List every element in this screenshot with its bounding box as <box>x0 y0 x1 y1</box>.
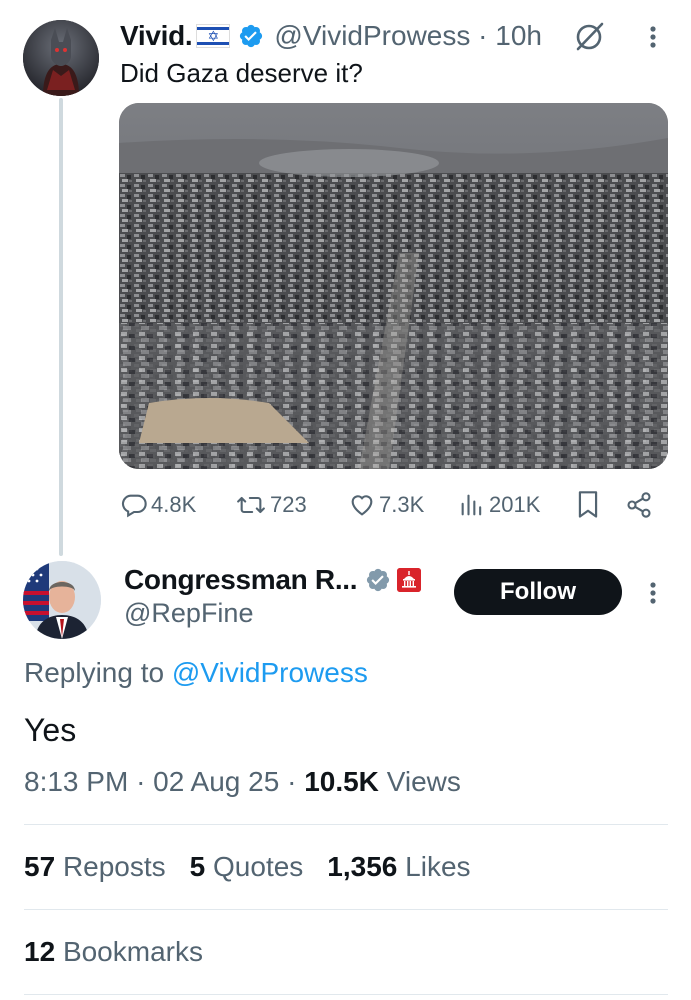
grok-icon[interactable] <box>572 20 606 54</box>
views-total: 10.5K <box>304 766 379 797</box>
parent-author-name[interactable]: Vivid. <box>120 20 193 52</box>
divider <box>24 824 668 825</box>
reply-button[interactable]: 4.8K <box>120 486 196 524</box>
parent-tweet-image[interactable] <box>119 103 668 469</box>
reply-icon <box>121 494 147 518</box>
bookmarks-stat[interactable]: 12 Bookmarks <box>24 936 203 968</box>
divider <box>24 909 668 910</box>
repost-icon <box>237 496 265 514</box>
like-count: 7.3K <box>379 492 425 517</box>
share-button[interactable] <box>625 486 653 524</box>
views-button[interactable]: 201K <box>458 486 540 524</box>
reposts-label: Reposts <box>62 851 166 882</box>
more-vertical-icon[interactable] <box>638 576 668 610</box>
reply-author-handle[interactable]: @RepFine <box>124 598 253 629</box>
parent-timestamp[interactable]: 10h <box>495 20 542 52</box>
bookmark-icon <box>578 491 598 518</box>
parent-tweet-text: Did Gaza deserve it? <box>120 58 363 88</box>
tweet-date[interactable]: 02 Aug 25 <box>153 766 279 797</box>
heart-icon <box>351 495 373 516</box>
parent-tweet-header: Vivid. ✡ @VividProwess · 10h <box>120 18 542 54</box>
bookmarks-count: 12 <box>24 936 56 967</box>
bookmark-button[interactable] <box>575 486 601 524</box>
reply-tweet-text: Yes <box>24 712 77 748</box>
parent-author-avatar[interactable] <box>23 20 99 96</box>
israel-flag-icon: ✡ <box>196 24 231 48</box>
views-chart-icon <box>461 494 482 516</box>
views-label: Views <box>386 766 461 797</box>
thread-connector-line <box>59 98 63 556</box>
government-verified-badge-icon <box>365 567 391 593</box>
likes-label: Likes <box>405 851 471 882</box>
more-vertical-icon[interactable] <box>638 20 668 54</box>
share-icon <box>627 492 651 518</box>
follow-button[interactable]: Follow <box>454 569 622 615</box>
parent-author-handle[interactable]: @VividProwess <box>274 20 470 52</box>
replying-to-mention[interactable]: @VividProwess <box>172 657 368 688</box>
reply-author-avatar[interactable] <box>23 561 101 639</box>
views-count: 201K <box>489 492 541 517</box>
quotes-label: Quotes <box>213 851 304 882</box>
bookmarks-label: Bookmarks <box>62 936 203 967</box>
quotes-count: 5 <box>189 851 206 882</box>
like-button[interactable]: 7.3K <box>348 486 424 524</box>
repost-button[interactable]: 723 <box>235 486 307 524</box>
reply-author-name[interactable]: Congressman R... <box>124 564 358 596</box>
engagement-stats: 57 Reposts 5 Quotes 1,356 Likes <box>24 851 495 883</box>
replying-to-prefix: Replying to <box>24 657 172 688</box>
replying-to-line: Replying to @VividProwess <box>24 657 368 689</box>
repost-count: 723 <box>270 492 307 517</box>
likes-stat[interactable]: 1,356 Likes <box>327 851 470 883</box>
divider <box>24 994 668 995</box>
reposts-count: 57 <box>24 851 56 882</box>
reposts-stat[interactable]: 57 Reposts <box>24 851 166 883</box>
tweet-metadata: 8:13 PM · 02 Aug 25 · 10.5K Views <box>24 766 461 797</box>
reply-count: 4.8K <box>151 492 197 517</box>
congress-affiliation-icon <box>397 568 422 592</box>
quotes-stat[interactable]: 5 Quotes <box>190 851 304 883</box>
likes-count: 1,356 <box>327 851 398 882</box>
tweet-time[interactable]: 8:13 PM <box>24 766 128 797</box>
verified-badge-icon <box>238 23 264 49</box>
parent-separator: · <box>470 20 496 51</box>
reply-author-name-row: Congressman R... <box>124 562 422 598</box>
parent-action-bar: 4.8K 723 7.3K 201K <box>120 486 660 524</box>
